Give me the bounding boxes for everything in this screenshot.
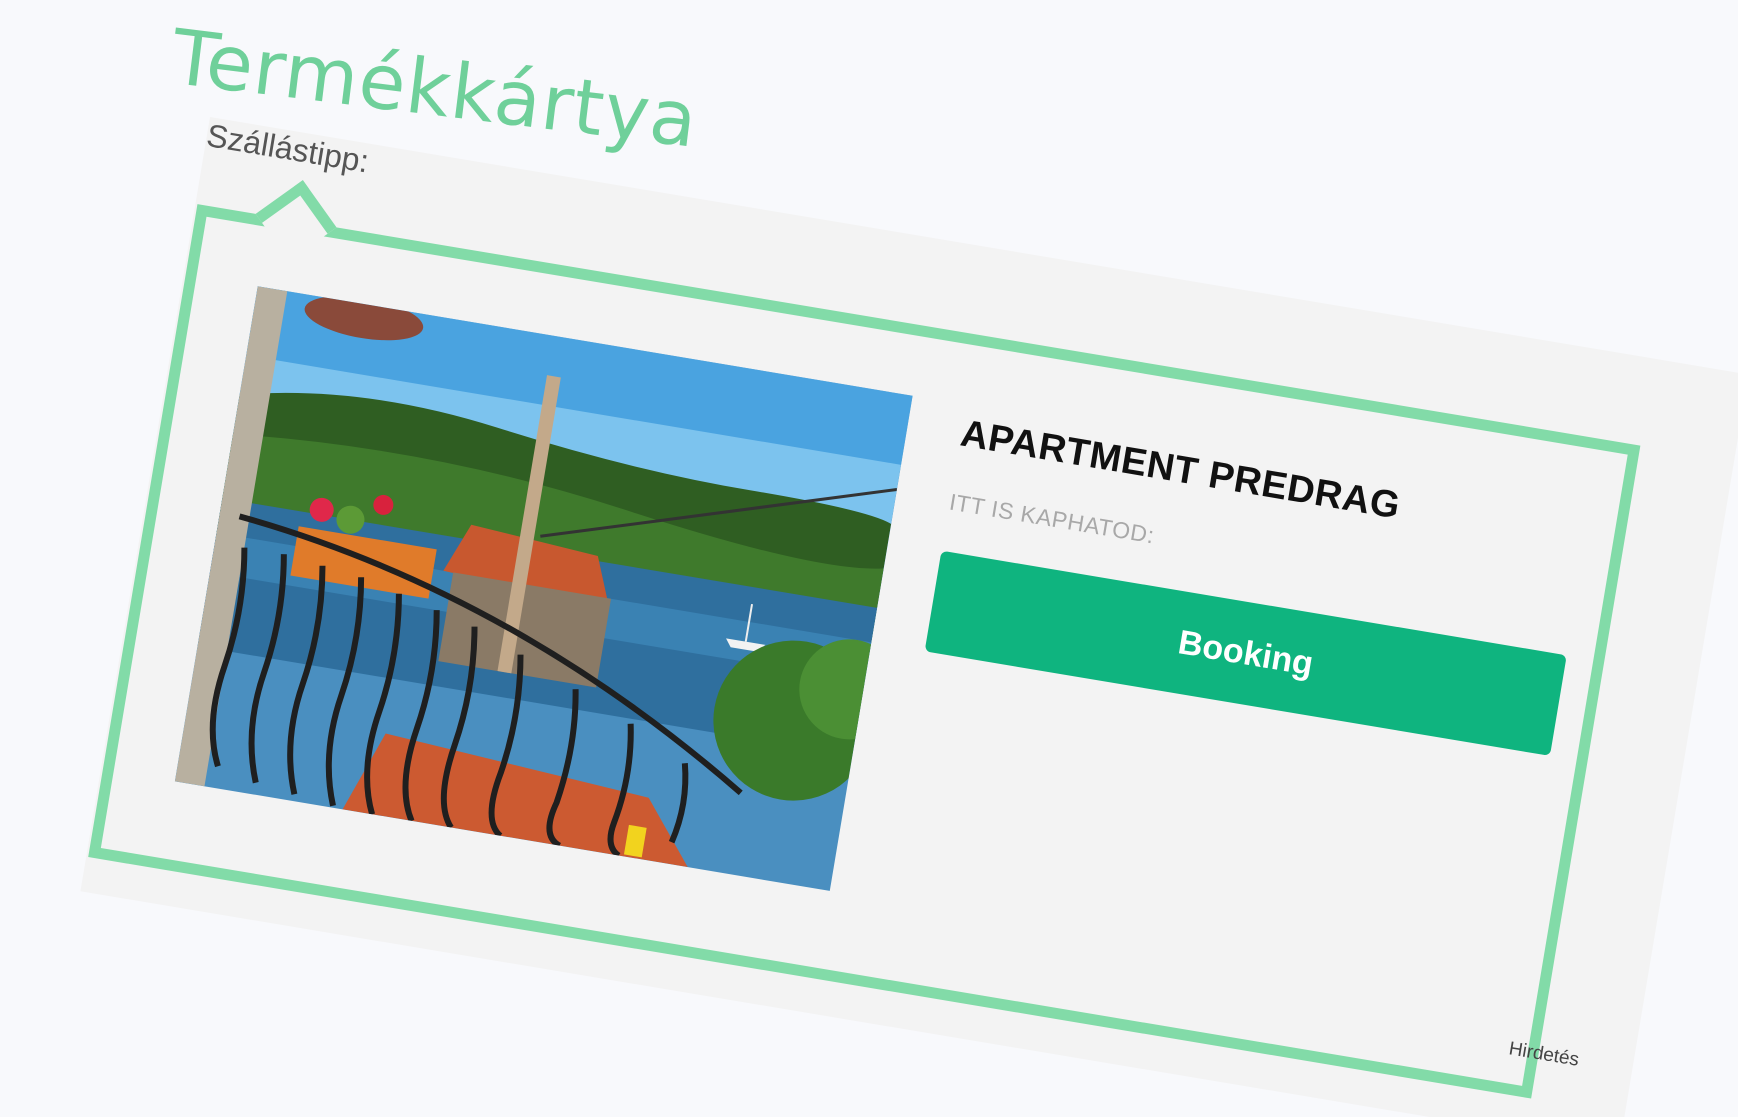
product-info: APARTMENT PREDRAG ITT IS KAPHATOD: Booki…: [924, 413, 1586, 756]
product-card-panel: Szállástipp: APARTMENT PREDRAG ITT IS KA…: [80, 117, 1738, 1117]
section-label: Szállástipp:: [204, 117, 372, 180]
frame-notch: [255, 180, 337, 262]
photo-illustration: [174, 286, 913, 868]
product-title[interactable]: APARTMENT PREDRAG: [957, 413, 1585, 559]
apartment-photo[interactable]: [174, 286, 913, 891]
product-card-frame: APARTMENT PREDRAG ITT IS KAPHATOD: Booki…: [88, 180, 1641, 1099]
screenshot-stage: Termékkártya Szállástipp: APARTMENT PRED…: [0, 0, 1738, 1117]
